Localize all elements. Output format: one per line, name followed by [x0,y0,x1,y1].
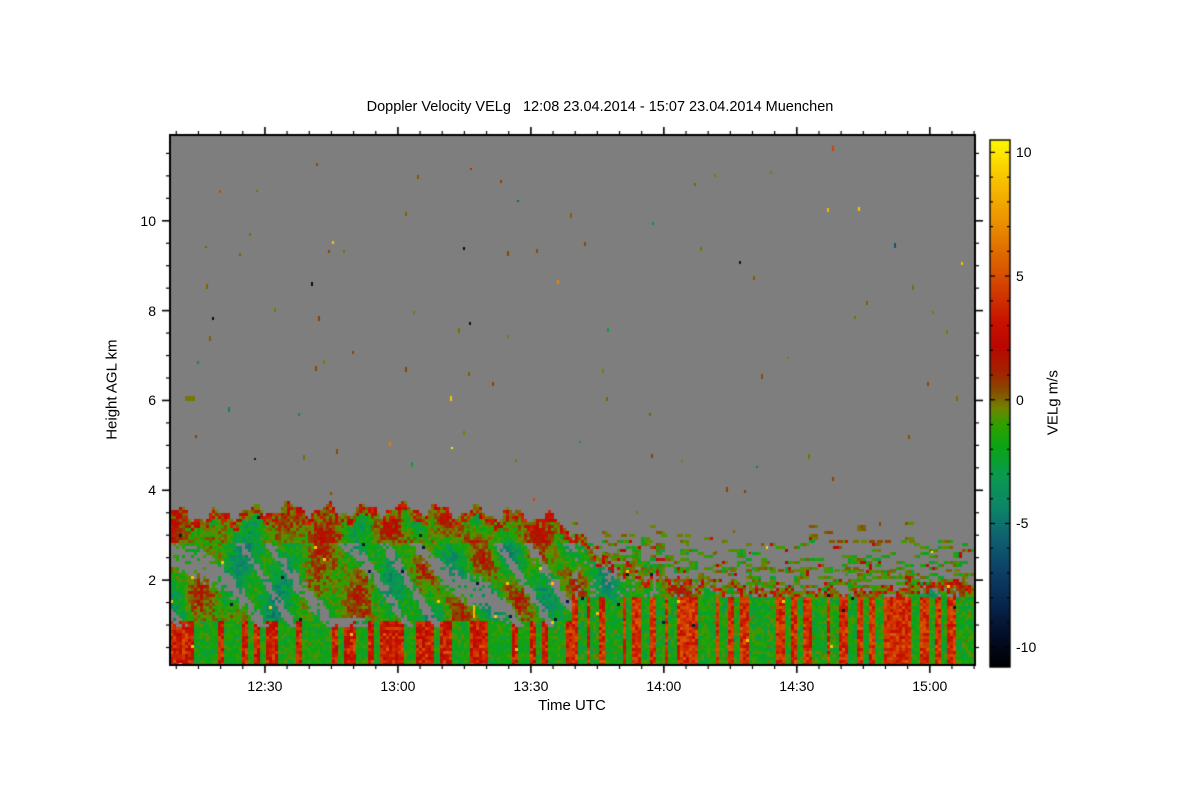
y-axis-label: Height AGL km [103,339,121,440]
doppler-velocity-quicklook: Doppler Velocity VELg 12:08 23.04.2014 -… [0,0,1200,800]
colorbar-tick-label: 5 [1016,268,1024,285]
x-tick-label: 12:30 [247,678,283,694]
y-tick-label: 10 [140,212,156,229]
chart-title: Doppler Velocity VELg 12:08 23.04.2014 -… [366,99,834,115]
y-tick-label: 4 [148,482,156,499]
x-tick-label: 14:00 [646,678,682,694]
y-tick-label: 6 [148,392,156,409]
x-tick-label: 14:30 [779,678,815,694]
y-tick-label: 2 [148,572,156,589]
x-tick-label: 13:30 [513,678,549,694]
x-tick-label: 15:00 [912,678,948,694]
x-tick-label: 13:00 [380,678,416,694]
y-tick-label: 8 [148,302,156,319]
colorbar-tick-label: 0 [1016,391,1024,408]
colorbar-tick-label: 10 [1016,144,1032,161]
colorbar-tick-label: -5 [1016,515,1029,532]
colorbar-tick-label: -10 [1016,639,1037,656]
x-axis-label: Time UTC [538,697,606,714]
